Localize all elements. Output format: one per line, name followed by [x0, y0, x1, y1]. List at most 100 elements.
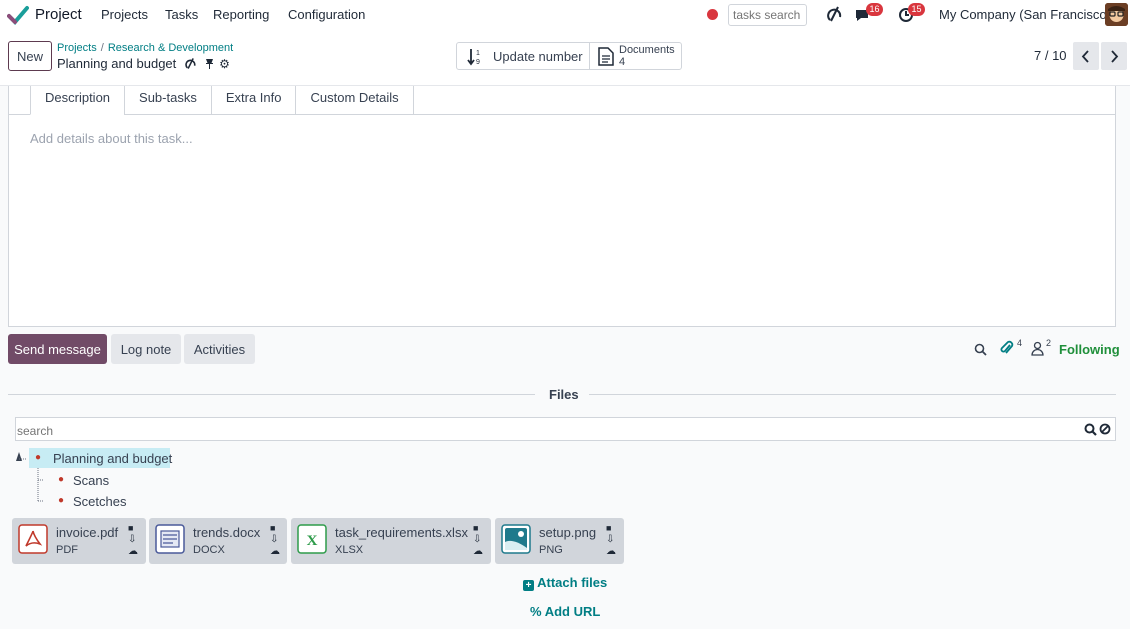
discuss-toggle-icon[interactable] — [827, 5, 843, 23]
upload-icon[interactable]: ☁ — [473, 546, 483, 558]
user-avatar[interactable] — [1105, 3, 1128, 26]
app-brand[interactable]: Project — [35, 6, 82, 23]
link-icon: % — [530, 604, 542, 619]
breadcrumb-research-development[interactable]: Research & Development — [108, 42, 233, 54]
pager-next-button[interactable] — [1101, 42, 1127, 70]
pdf-file-icon — [18, 524, 48, 554]
following-button[interactable]: Following — [1059, 342, 1120, 357]
pager-previous-button[interactable] — [1073, 42, 1099, 70]
attach-files-label: Attach files — [537, 575, 608, 590]
search-icon[interactable] — [974, 343, 987, 356]
download-icon[interactable]: ⇩ — [606, 534, 616, 546]
add-url-link[interactable]: % Add URL — [530, 604, 600, 619]
svg-text:9: 9 — [476, 59, 480, 66]
file-type: PNG — [539, 544, 563, 556]
project-app-icon[interactable] — [7, 5, 29, 25]
followers-icon[interactable] — [1031, 341, 1044, 356]
folder-icon: ● — [58, 495, 65, 506]
folder-icon: ● — [35, 452, 42, 463]
upload-icon[interactable]: ☁ — [128, 546, 138, 558]
file-card-invoice[interactable]: invoice.pdf PDF ■ ⇩ ☁ — [12, 518, 146, 564]
control-panel: New Projects / Research & Development Plan… — [0, 30, 1130, 86]
breadcrumb-projects[interactable]: Projects — [57, 42, 97, 54]
form-sheet: Description Sub-tasks Extra Info Custom … — [8, 86, 1116, 327]
files-title: Files — [549, 387, 579, 402]
documents-count: 4 — [619, 56, 626, 68]
activities-badge: 15 — [908, 3, 925, 16]
file-name: invoice.pdf — [56, 525, 119, 540]
file-card-setup[interactable]: setup.png PNG ■ ⇩ ☁ — [495, 518, 624, 564]
plus-square-icon: + — [523, 580, 534, 591]
clear-search-icon[interactable] — [1099, 423, 1111, 435]
company-switcher[interactable]: My Company (San Francisco) — [939, 7, 1111, 22]
log-note-button[interactable]: Log note — [111, 334, 181, 364]
delete-icon[interactable]: ■ — [606, 522, 616, 534]
file-name: task_requirements.xlsx — [335, 525, 468, 540]
download-icon[interactable]: ⇩ — [473, 534, 483, 546]
record-name: Planning and budget — [57, 56, 177, 71]
messages-badge: 16 — [866, 3, 883, 16]
file-type: XLSX — [335, 544, 364, 556]
paperclip-icon[interactable] — [1000, 340, 1014, 356]
tree-root-planning-and-budget[interactable]: Planning and budget — [53, 451, 172, 466]
top-navbar: Project Projects Tasks Reporting Configu… — [0, 0, 1130, 30]
chevron-left-icon — [1081, 50, 1089, 63]
document-icon — [598, 47, 614, 66]
description-editor[interactable]: Add details about this task... — [30, 131, 193, 146]
send-message-button[interactable]: Send message — [8, 334, 107, 364]
tree-node-scans[interactable]: Scans — [73, 473, 109, 488]
pager-value[interactable]: 7 / 10 — [1034, 48, 1067, 63]
update-number-button[interactable]: 1 9 Update number — [456, 42, 590, 70]
tasks-search-input[interactable] — [728, 4, 807, 26]
folder-icon: ● — [58, 474, 65, 485]
sort-numeric-icon: 1 9 — [467, 49, 480, 66]
record-title: Planning and budget ⚙ — [57, 56, 230, 71]
tab-custom-details[interactable]: Custom Details — [295, 86, 414, 115]
svg-text:X: X — [307, 533, 318, 549]
delete-icon[interactable]: ■ — [473, 522, 483, 534]
file-type: PDF — [56, 544, 78, 556]
menu-configuration[interactable]: Configuration — [288, 7, 365, 22]
file-card-task-requirements[interactable]: X task_requirements.xlsx XLSX ■ ⇩ ☁ — [291, 518, 491, 564]
file-actions: ■ ⇩ ☁ — [270, 522, 280, 558]
new-button[interactable]: New — [8, 41, 52, 71]
documents-smart-button[interactable]: Documents 4 — [589, 42, 682, 70]
download-icon[interactable]: ⇩ — [270, 534, 280, 546]
file-name: trends.docx — [193, 525, 261, 540]
attachments-count: 4 — [1017, 338, 1023, 348]
documents-label: Documents — [619, 44, 675, 56]
delete-icon[interactable]: ■ — [270, 522, 280, 534]
activities-button[interactable]: Activities — [184, 334, 255, 364]
tab-extra-info[interactable]: Extra Info — [210, 86, 297, 115]
search-icon[interactable] — [1084, 423, 1097, 436]
recording-indicator-icon[interactable] — [707, 9, 718, 20]
chevron-right-icon — [1111, 50, 1119, 63]
tree-node-scetches[interactable]: Scetches — [73, 494, 126, 509]
tab-description[interactable]: Description — [30, 86, 126, 115]
tab-sub-tasks[interactable]: Sub-tasks — [124, 86, 212, 115]
attach-files-link[interactable]: + Attach files — [523, 575, 607, 591]
file-card-trends[interactable]: trends.docx DOCX ■ ⇩ ☁ — [149, 518, 287, 564]
sync-icon[interactable] — [185, 57, 197, 70]
upload-icon[interactable]: ☁ — [606, 546, 616, 558]
menu-reporting[interactable]: Reporting — [213, 7, 269, 22]
docx-file-icon — [155, 524, 185, 554]
file-type: DOCX — [193, 544, 225, 556]
pin-icon[interactable] — [205, 58, 214, 69]
xlsx-file-icon: X — [297, 524, 327, 554]
menu-tasks[interactable]: Tasks — [165, 7, 198, 22]
svg-text:1: 1 — [476, 50, 480, 57]
delete-icon[interactable]: ■ — [128, 522, 138, 534]
add-url-label: Add URL — [544, 604, 601, 619]
upload-icon[interactable]: ☁ — [270, 546, 280, 558]
followers-count: 2 — [1046, 338, 1052, 348]
gear-icon[interactable]: ⚙ — [219, 57, 230, 71]
notebook-tabs: Description Sub-tasks Extra Info Custom … — [30, 86, 414, 115]
breadcrumb: Projects / Research & Development — [57, 42, 233, 54]
file-actions: ■ ⇩ ☁ — [128, 522, 138, 558]
files-divider-right — [589, 394, 1116, 395]
file-actions: ■ ⇩ ☁ — [473, 522, 483, 558]
files-search-input[interactable] — [15, 417, 1116, 441]
download-icon[interactable]: ⇩ — [128, 534, 138, 546]
menu-projects[interactable]: Projects — [101, 7, 148, 22]
